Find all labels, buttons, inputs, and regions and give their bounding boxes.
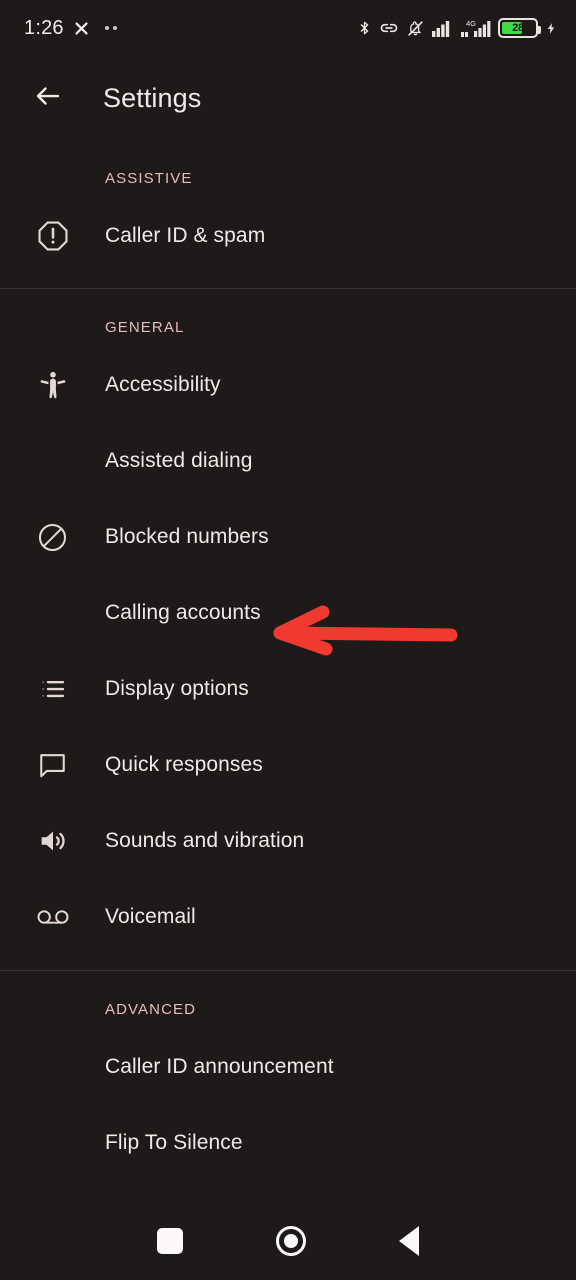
list-item-label: Caller ID announcement [105, 1055, 334, 1078]
battery-icon: 28 [498, 18, 541, 38]
home-button[interactable] [275, 1226, 306, 1256]
section-header-assistive: ASSISTIVE [105, 170, 193, 187]
status-time: 1:26 [24, 16, 64, 39]
status-bar: 1:26 4G 28 [0, 0, 576, 56]
voicemail-icon [0, 904, 105, 930]
section-assistive: ASSISTIVE Caller ID & spam [0, 140, 576, 274]
bluetooth-icon [357, 18, 372, 38]
list-item-sounds-and-vibration[interactable]: Sounds and vibration [0, 803, 576, 879]
signal-bars-icon [432, 19, 454, 37]
charging-bolt-icon [545, 19, 558, 38]
list-item-quick-responses[interactable]: Quick responses [0, 727, 576, 803]
block-circle-icon [0, 521, 105, 554]
list-item-accessibility[interactable]: Accessibility [0, 347, 576, 423]
back-button[interactable] [24, 74, 72, 122]
list-item-flip-to-silence[interactable]: Flip To Silence [0, 1105, 576, 1181]
section-header-general: GENERAL [105, 319, 185, 336]
section-general: GENERAL Accessibility Assisted dialing B… [0, 289, 576, 955]
notifications-muted-icon [406, 19, 425, 38]
signal-4g-icon: 4G [461, 18, 491, 38]
status-bar-right: 4G 28 [357, 18, 558, 38]
list-item-label: Accessibility [105, 373, 221, 396]
list-bullets-icon [0, 674, 105, 704]
recents-button[interactable] [156, 1228, 183, 1254]
arrow-left-icon [33, 81, 63, 116]
phone-screen: 1:26 4G 28 Settings ASSISTIVE Caller ID … [0, 0, 576, 1280]
list-item-voicemail[interactable]: Voicemail [0, 879, 576, 955]
list-item-label: Display options [105, 677, 249, 700]
list-item-display-options[interactable]: Display options [0, 651, 576, 727]
list-item-label: Quick responses [105, 753, 263, 776]
accessibility-person-icon [0, 369, 105, 401]
section-header-advanced: ADVANCED [105, 1001, 197, 1018]
list-item-label: Calling accounts [105, 601, 261, 624]
warning-octagon-icon [0, 219, 105, 253]
list-item-label: Voicemail [105, 905, 196, 928]
link-icon [379, 18, 399, 38]
status-bar-left: 1:26 [24, 17, 117, 40]
list-item-caller-id-spam[interactable]: Caller ID & spam [0, 198, 576, 274]
speech-bubble-icon [0, 750, 105, 781]
app-bar: Settings [0, 56, 576, 140]
navigation-bar [0, 1202, 576, 1280]
page-title: Settings [103, 82, 202, 113]
list-item-caller-id-announcement[interactable]: Caller ID announcement [0, 1029, 576, 1105]
section-advanced: ADVANCED Caller ID announcement Flip To … [0, 971, 576, 1181]
list-item-label: Caller ID & spam [105, 224, 266, 247]
list-item-assisted-dialing[interactable]: Assisted dialing [0, 423, 576, 499]
list-item-label: Flip To Silence [105, 1131, 243, 1154]
list-item-label: Assisted dialing [105, 449, 253, 472]
more-dots-icon [104, 26, 117, 30]
svg-text:4G: 4G [466, 19, 476, 28]
back-nav-button[interactable] [399, 1226, 420, 1256]
battery-percent-label: 28 [512, 22, 524, 34]
list-item-blocked-numbers[interactable]: Blocked numbers [0, 499, 576, 575]
list-item-label: Sounds and vibration [105, 829, 305, 852]
list-item-label: Blocked numbers [105, 525, 269, 548]
speaker-volume-icon [0, 825, 105, 857]
close-x-icon [73, 20, 90, 37]
list-item-calling-accounts[interactable]: Calling accounts [0, 575, 576, 651]
